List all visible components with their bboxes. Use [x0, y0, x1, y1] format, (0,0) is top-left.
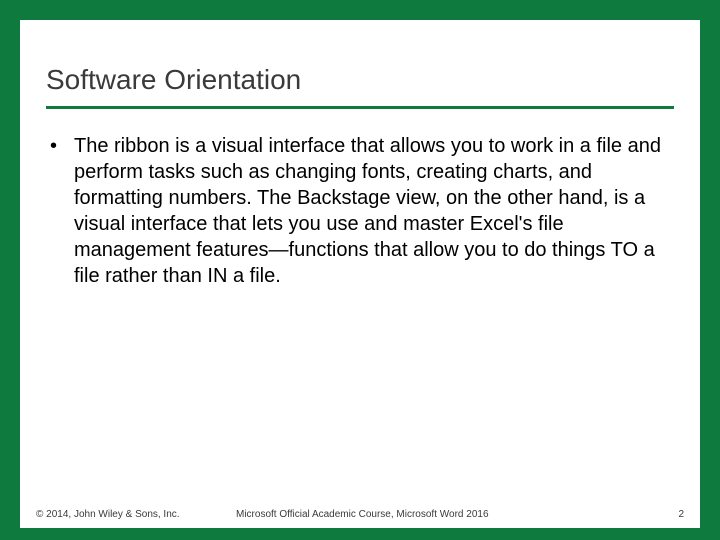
- slide: Software Orientation • The ribbon is a v…: [20, 20, 700, 528]
- bullet-item: • The ribbon is a visual interface that …: [46, 133, 674, 289]
- slide-footer: © 2014, John Wiley & Sons, Inc. Microsof…: [20, 509, 700, 520]
- bullet-text: The ribbon is a visual interface that al…: [74, 133, 674, 289]
- footer-copyright: © 2014, John Wiley & Sons, Inc.: [36, 509, 206, 520]
- slide-content: Software Orientation • The ribbon is a v…: [20, 20, 700, 289]
- slide-title: Software Orientation: [46, 64, 674, 109]
- bullet-marker: •: [46, 133, 74, 159]
- footer-course: Microsoft Official Academic Course, Micr…: [206, 509, 654, 520]
- footer-page-number: 2: [654, 509, 684, 520]
